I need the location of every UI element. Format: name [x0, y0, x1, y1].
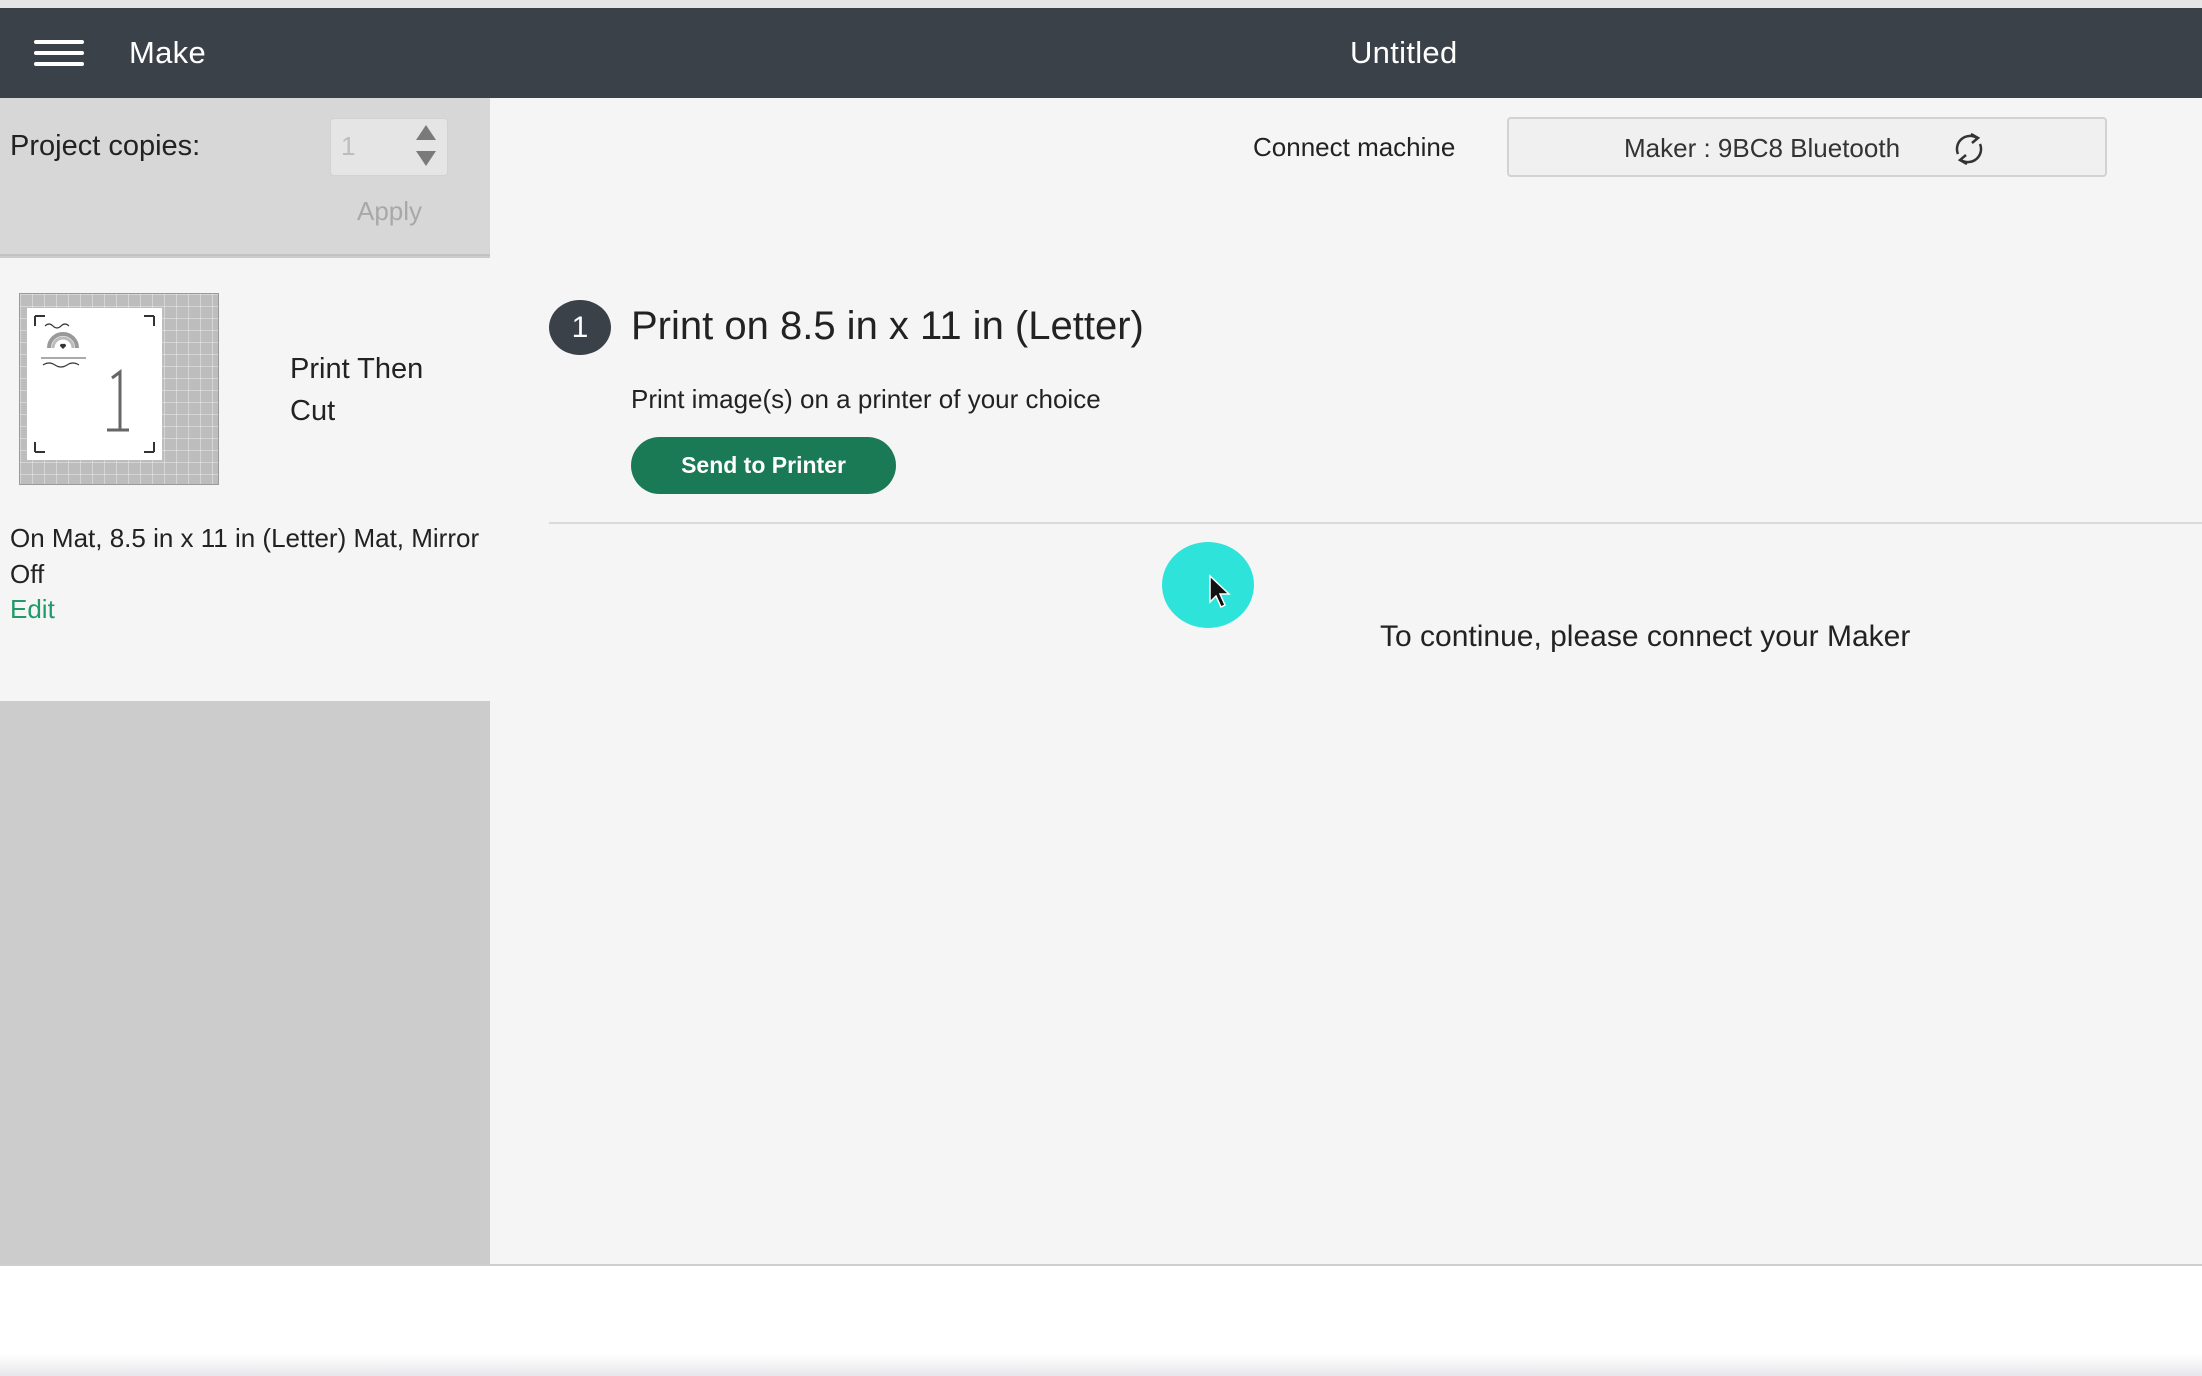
- project-copies-stepper[interactable]: 1: [330, 118, 448, 176]
- project-copies-panel: Project copies: 1 Apply: [0, 98, 490, 256]
- edit-mat-link[interactable]: Edit: [10, 594, 55, 625]
- app-title: Make: [129, 35, 207, 70]
- machine-select-dropdown[interactable]: Maker : 9BC8 Bluetooth: [1507, 117, 2107, 177]
- stepper-controls: [407, 119, 447, 175]
- hamburger-menu-icon[interactable]: [34, 38, 84, 68]
- step-title: Print on 8.5 in x 11 in (Letter): [631, 304, 1144, 348]
- step-description: Print image(s) on a printer of your choi…: [631, 384, 1101, 414]
- mouse-pointer-icon: [1209, 574, 1231, 609]
- left-sidebar: Project copies: 1 Apply Print Then Cut O…: [0, 98, 490, 1264]
- app-header: Make Untitled: [0, 8, 2202, 98]
- arrow-down-icon[interactable]: [416, 151, 436, 166]
- window-top-strip: [0, 0, 2202, 8]
- connect-maker-message: To continue, please connect your Maker: [1380, 620, 1911, 653]
- mat-info-text: On Mat, 8.5 in x 11 in (Letter) Mat, Mir…: [10, 523, 480, 589]
- mat-page-preview: [27, 308, 162, 460]
- project-copies-value: 1: [341, 131, 356, 161]
- mat-panel: Print Then Cut On Mat, 8.5 in x 11 in (L…: [0, 258, 490, 701]
- arrow-up-icon[interactable]: [416, 125, 436, 140]
- mat-type-label: Print Then Cut: [290, 353, 424, 427]
- mat-design-preview-icon: [34, 315, 155, 453]
- project-copies-label: Project copies:: [10, 130, 201, 162]
- send-to-printer-button[interactable]: Send to Printer: [631, 437, 896, 494]
- step-number-badge: 1: [549, 300, 611, 355]
- main-panel: Connect machine Maker : 9BC8 Bluetooth 1…: [490, 98, 2202, 1264]
- apply-button[interactable]: Apply: [357, 196, 422, 227]
- mat-thumbnail[interactable]: [19, 293, 219, 485]
- connect-machine-label: Connect machine: [1253, 132, 1456, 162]
- section-divider: [549, 522, 2202, 524]
- refresh-icon[interactable]: [1949, 129, 1989, 169]
- document-title: Untitled: [1350, 35, 1458, 70]
- bottom-bar: [0, 1264, 2202, 1376]
- machine-select-value: Maker : 9BC8 Bluetooth: [1624, 133, 1901, 163]
